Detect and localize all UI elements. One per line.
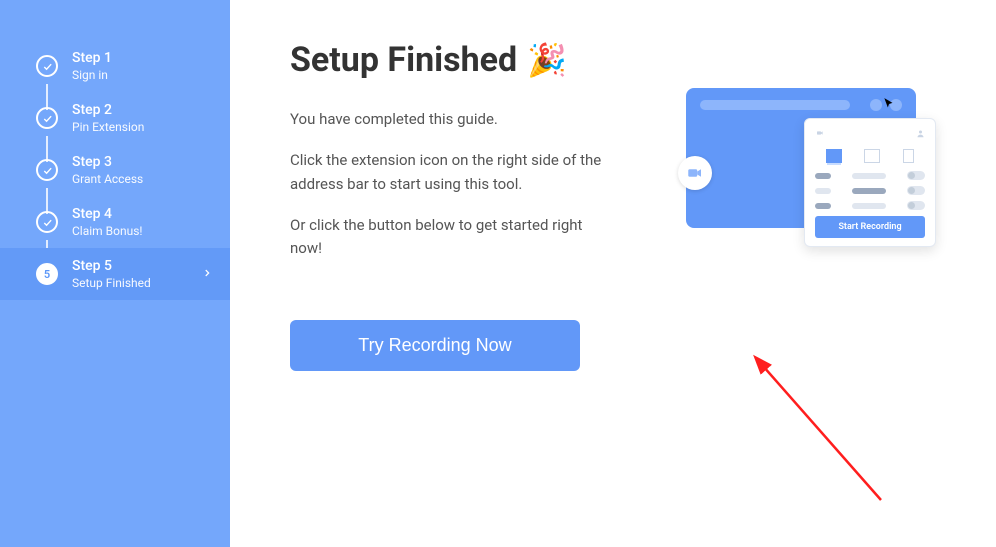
check-icon bbox=[36, 55, 58, 77]
step-subtitle: Pin Extension bbox=[72, 120, 144, 134]
camera-badge-icon bbox=[678, 156, 712, 190]
step-3[interactable]: Step 3 Grant Access bbox=[0, 144, 230, 196]
step-subtitle: Claim Bonus! bbox=[72, 224, 143, 238]
user-icon bbox=[916, 129, 925, 141]
check-icon bbox=[36, 107, 58, 129]
check-icon bbox=[36, 159, 58, 181]
page-heading: Setup Finished 🎉 bbox=[290, 40, 948, 80]
step-subtitle: Setup Finished bbox=[72, 276, 151, 290]
address-bar-graphic bbox=[700, 100, 850, 110]
heading-text: Setup Finished bbox=[290, 40, 517, 80]
toolbar-dot-graphic bbox=[870, 99, 882, 111]
step-title: Step 3 bbox=[72, 154, 143, 170]
step-title: Step 4 bbox=[72, 206, 143, 222]
step-4[interactable]: Step 4 Claim Bonus! bbox=[0, 196, 230, 248]
start-recording-graphic-button: Start Recording bbox=[815, 216, 925, 238]
chevron-right-icon bbox=[202, 265, 212, 284]
annotation-arrow bbox=[751, 350, 911, 520]
wizard-sidebar: Step 1 Sign in Step 2 Pin Extension Step… bbox=[0, 0, 230, 547]
step-1[interactable]: Step 1 Sign in bbox=[0, 40, 230, 92]
step-title: Step 1 bbox=[72, 50, 112, 66]
step-number-badge: 5 bbox=[36, 263, 58, 285]
extension-illustration: Start Recording bbox=[686, 88, 936, 228]
step-title: Step 5 bbox=[72, 258, 151, 274]
intro-paragraph-1: You have completed this guide. bbox=[290, 108, 610, 131]
cursor-icon bbox=[882, 96, 896, 115]
browser-frame-graphic: Start Recording bbox=[686, 88, 916, 228]
step-5[interactable]: 5 Step 5 Setup Finished bbox=[0, 248, 230, 300]
step-2[interactable]: Step 2 Pin Extension bbox=[0, 92, 230, 144]
step-subtitle: Grant Access bbox=[72, 172, 143, 186]
step-subtitle: Sign in bbox=[72, 68, 112, 82]
tab-window-icon bbox=[864, 149, 880, 163]
step-title: Step 2 bbox=[72, 102, 144, 118]
try-recording-button[interactable]: Try Recording Now bbox=[290, 320, 580, 371]
video-icon bbox=[815, 129, 825, 141]
check-icon bbox=[36, 211, 58, 233]
tab-screen-icon bbox=[826, 149, 842, 163]
intro-paragraph-3: Or click the button below to get started… bbox=[290, 214, 610, 261]
intro-paragraph-2: Click the extension icon on the right si… bbox=[290, 149, 610, 196]
main-content: Setup Finished 🎉 You have completed this… bbox=[230, 0, 996, 547]
tab-camera-icon bbox=[903, 149, 914, 163]
extension-popup-graphic: Start Recording bbox=[804, 118, 936, 247]
party-popper-icon: 🎉 bbox=[527, 41, 567, 79]
